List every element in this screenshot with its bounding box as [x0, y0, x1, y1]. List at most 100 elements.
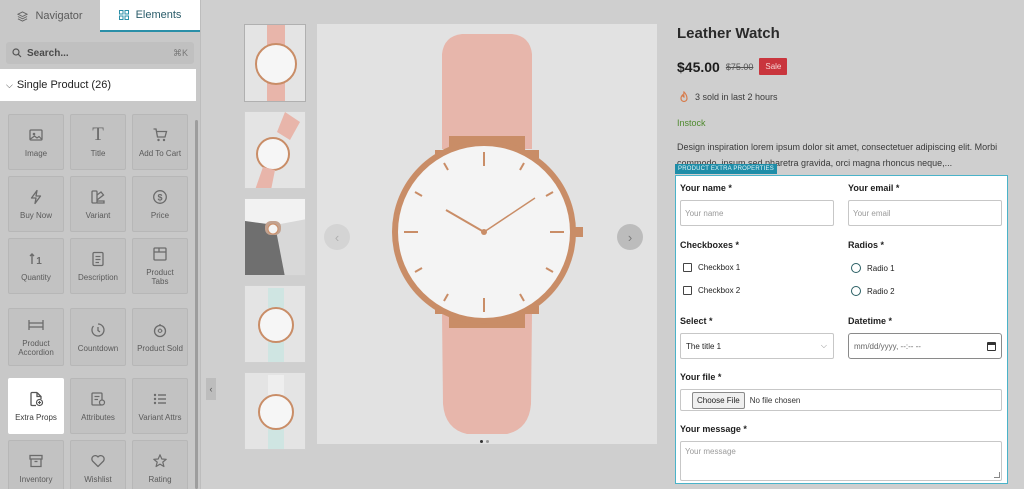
widget-attributes[interactable]: Attributes [70, 378, 126, 434]
watch-thumbnail-image [255, 112, 300, 188]
radio-2[interactable]: Radio 2 [851, 286, 895, 296]
collapse-panel-button[interactable]: ‹ [206, 378, 216, 400]
radio-circle[interactable] [851, 263, 861, 273]
star-icon [153, 453, 167, 467]
elements-panel: Navigator Elements ⌘K ⌵ Single Product (… [0, 0, 201, 489]
grid-icon [118, 10, 129, 20]
resize-handle[interactable] [994, 472, 1000, 478]
datetime-input[interactable]: mm/dd/yyyy, --:-- -- [848, 333, 1002, 359]
document-icon [92, 251, 104, 266]
radio-1-label: Radio 1 [867, 263, 895, 273]
checkboxes-label: Checkboxes * [680, 240, 740, 250]
title-icon: T [92, 123, 104, 145]
widget-label: Extra Props [15, 412, 57, 422]
widget-label: Add To Cart [138, 148, 182, 158]
widget-label: Title [90, 148, 106, 158]
widget-label: Variant [85, 210, 111, 220]
gallery-thumbnail[interactable] [244, 285, 306, 363]
message-textarea[interactable] [680, 441, 1002, 481]
price-row: $45.00 $75.00 Sale [677, 58, 788, 75]
countdown-icon [91, 322, 105, 337]
sold-indicator: 3 sold in last 2 hours [679, 91, 778, 103]
widget-product-sold[interactable]: Product Sold [132, 308, 188, 366]
variant-icon [91, 189, 105, 204]
widget-label: Variant Attrs [138, 412, 182, 422]
widget-extra-props[interactable]: Extra Props [8, 378, 64, 434]
fire-icon [680, 91, 688, 103]
widget-inventory[interactable]: Inventory [8, 440, 64, 489]
tab-elements[interactable]: Elements [100, 0, 200, 32]
watch-thumbnail-image [255, 25, 297, 101]
widget-quantity[interactable]: 1 Quantity [8, 238, 64, 294]
checkbox-1-label: Checkbox 1 [698, 263, 741, 272]
watch-thumbnail-image [245, 199, 305, 275]
checkbox-1[interactable]: Checkbox 1 [683, 263, 740, 272]
name-input[interactable] [680, 200, 834, 226]
gallery-thumbnail[interactable] [244, 111, 306, 189]
datetime-value: mm/dd/yyyy, --:-- -- [854, 341, 921, 351]
search-icon [12, 48, 22, 58]
select-value: The title 1 [686, 341, 722, 351]
radio-circle[interactable] [851, 286, 861, 296]
inventory-icon [29, 454, 43, 467]
checkbox-box[interactable] [683, 263, 692, 272]
widget-label: Product Accordion [18, 339, 54, 357]
tab-navigator[interactable]: Navigator [0, 0, 100, 32]
widget-wishlist[interactable]: Wishlist [70, 440, 126, 489]
email-input[interactable] [848, 200, 1002, 226]
widget-label: Wishlist [84, 474, 112, 484]
widget-product-accordion[interactable]: Product Accordion [8, 308, 64, 366]
widget-variant[interactable]: Variant [70, 176, 126, 232]
sold-text: 3 sold in last 2 hours [695, 92, 778, 102]
gallery-thumbnail[interactable] [244, 372, 306, 450]
widget-image[interactable]: Image [8, 114, 64, 170]
next-image-button[interactable]: › [617, 224, 643, 250]
file-label: Your file * [680, 372, 722, 382]
calendar-icon[interactable] [987, 341, 996, 351]
widget-label: Attributes [81, 412, 115, 422]
widget-description[interactable]: Description [70, 238, 126, 294]
lightning-icon [30, 189, 42, 204]
sale-badge: Sale [759, 58, 788, 75]
gallery-thumbnail[interactable] [244, 24, 306, 102]
chevron-right-icon: › [627, 229, 633, 245]
panel-tabs: Navigator Elements [0, 0, 201, 34]
pagination-dot[interactable] [480, 440, 483, 443]
checkbox-box[interactable] [683, 286, 692, 295]
search-shortcut: ⌘K [172, 47, 188, 58]
file-input[interactable]: Choose File No file chosen [680, 389, 1002, 411]
widget-price[interactable]: $ Price [132, 176, 188, 232]
tabs-icon [153, 247, 167, 261]
checkbox-2[interactable]: Checkbox 2 [683, 286, 740, 295]
widget-title[interactable]: T Title [70, 114, 126, 170]
datetime-label: Datetime * [848, 316, 893, 326]
widget-label: Description [77, 272, 118, 282]
form-section-tag: PRODUCT EXTRA PROPERTIES [675, 164, 777, 174]
previous-image-button[interactable]: ‹ [324, 224, 350, 250]
heart-icon [91, 454, 105, 467]
widget-add-to-cart[interactable]: Add To Cart [132, 114, 188, 170]
widget-variant-attrs[interactable]: Variant Attrs [132, 378, 188, 434]
gallery-thumbnail[interactable] [244, 198, 306, 276]
panel-scrollbar[interactable] [195, 120, 198, 489]
quantity-icon: 1 [29, 252, 42, 267]
choose-file-button[interactable]: Choose File [692, 391, 745, 409]
search-input[interactable] [27, 47, 173, 59]
gallery-pagination [480, 440, 489, 443]
widget-label: Image [24, 148, 48, 158]
accordion-icon [28, 320, 44, 330]
stock-status: Instock [677, 118, 706, 128]
widget-countdown[interactable]: Countdown [70, 308, 126, 366]
pagination-dot[interactable] [486, 440, 489, 443]
section-single-product[interactable]: ⌵ Single Product (26) [0, 69, 196, 101]
layers-icon [17, 10, 29, 22]
chevron-down-icon: ⌵ [6, 79, 13, 90]
widget-label: Inventory [19, 474, 53, 484]
widget-rating[interactable]: Rating [132, 440, 188, 489]
title-select[interactable]: The title 1 ⌵ [680, 333, 834, 359]
radio-1[interactable]: Radio 1 [851, 263, 895, 273]
widget-buy-now[interactable]: Buy Now [8, 176, 64, 232]
svg-text:$: $ [157, 192, 162, 202]
widget-product-tabs[interactable]: Product Tabs [132, 238, 188, 294]
image-icon [29, 128, 43, 141]
